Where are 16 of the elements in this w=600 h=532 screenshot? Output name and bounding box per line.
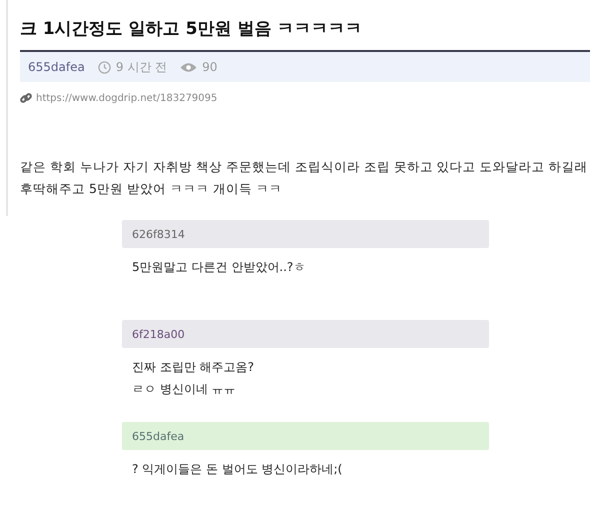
view-count: 90 <box>202 60 218 74</box>
link-icon <box>20 92 32 104</box>
comment-text: ? 익게이들은 돈 벌어도 병신이라하네;( <box>132 461 344 478</box>
comment-author[interactable]: 626f8314 <box>132 228 185 240</box>
comment-text: ㄹㅇ 병신이네 ㅠㅠ <box>132 381 237 398</box>
post-url[interactable]: https://www.dogdrip.net/183279095 <box>36 92 218 104</box>
body-text: 후딱해주고 5만원 받았어 ㅋㅋㅋ 개이득 ㅋㅋ <box>20 180 283 198</box>
post-time: 9 시간 전 <box>116 58 168 76</box>
body-text: 같은 학회 누나가 자기 자취방 책상 주문했는데 조립식이라 조립 못하고 있다고 도와달라고 하길래 <box>20 158 589 176</box>
comment-text: 진짜 조립만 해주고옴? <box>132 359 255 376</box>
comment-author[interactable]: 655dafea <box>132 430 184 442</box>
comment-text: 5만원말고 다른건 안받았어..?ㅎ <box>132 259 306 276</box>
clock-icon <box>98 60 111 74</box>
comment-author[interactable]: 6f218a00 <box>132 328 185 340</box>
eye-icon <box>180 62 198 72</box>
author-name[interactable]: 655dafea <box>28 60 85 74</box>
